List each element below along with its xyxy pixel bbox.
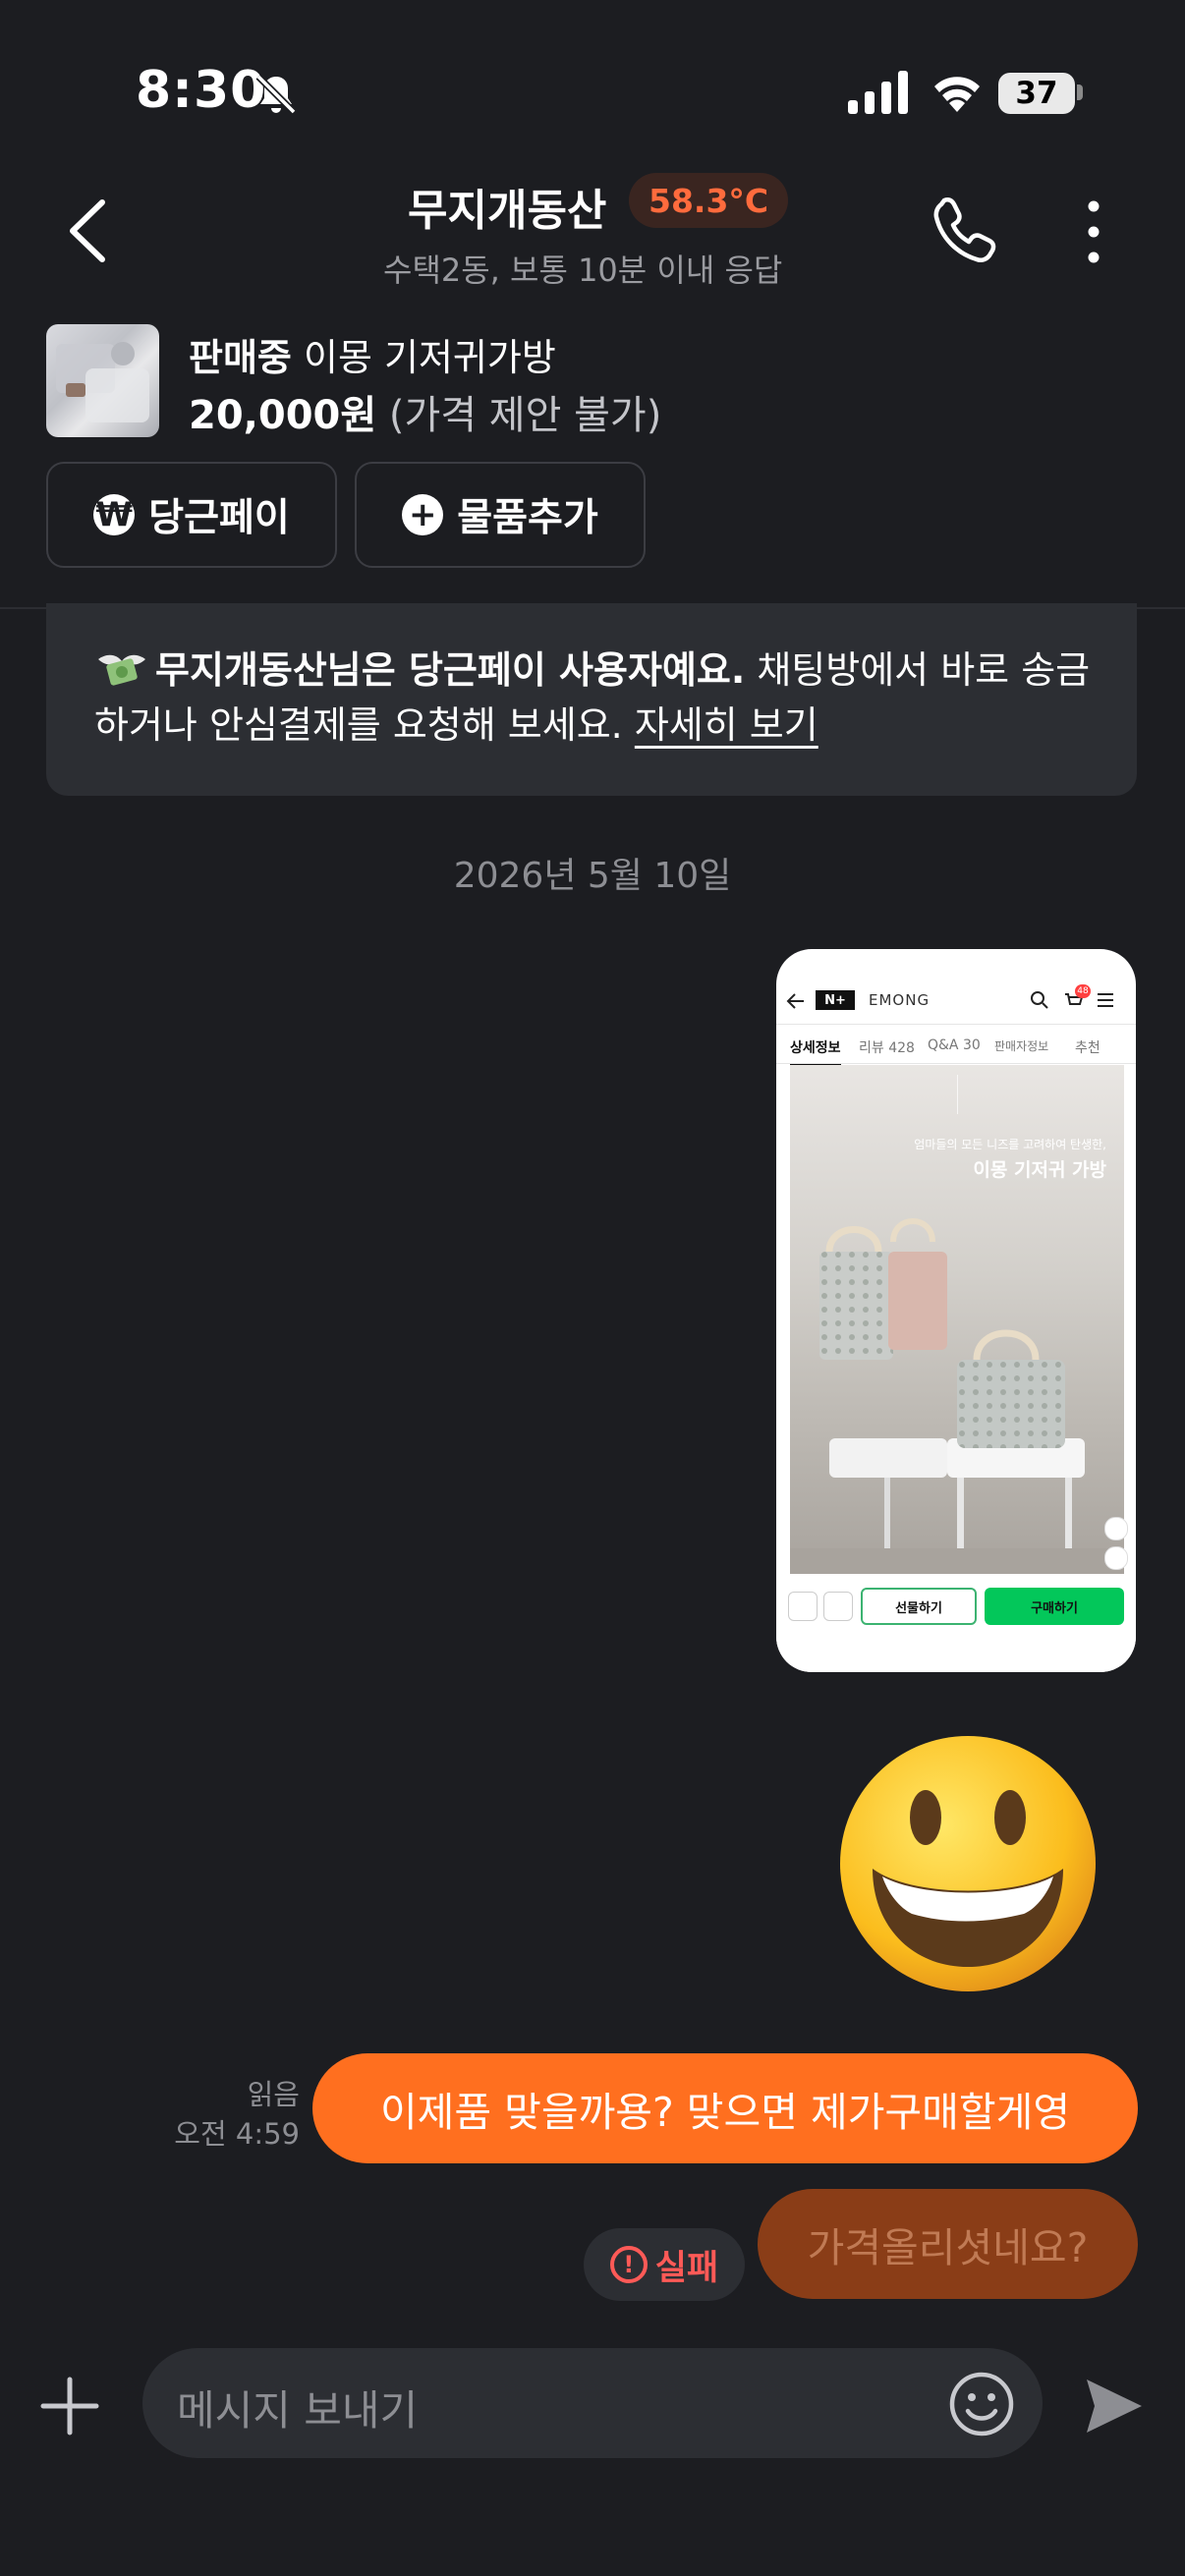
message-read-status: 읽음 오전 4:59	[157, 2075, 300, 2154]
date-divider: 2026년 5월 10일	[453, 856, 732, 896]
failed-message-bubble[interactable]: 가격올리셧네요?	[758, 2189, 1138, 2299]
screenshot-brand: EMONG	[869, 991, 931, 1009]
product-price: 20,000원	[189, 393, 377, 438]
alert-icon: !	[609, 2246, 648, 2283]
status-time: 8:30	[136, 61, 267, 120]
back-arrow-icon[interactable]	[59, 196, 118, 265]
battery-icon: 37	[998, 73, 1075, 114]
add-item-label: 물품추가	[457, 496, 598, 540]
wifi-icon	[934, 77, 980, 112]
phone-icon[interactable]	[929, 195, 997, 267]
grinning-face-emoji[interactable]	[835, 1731, 1100, 1996]
battery-tip	[1077, 84, 1083, 100]
screenshot-nav: N+ EMONG 48	[776, 979, 1136, 1025]
screenshot-cart-badge: 48	[1075, 984, 1091, 998]
screenshot-caption-big: 이몽 기저귀 가방	[973, 1159, 1106, 1181]
screenshot-caption-small: 엄마들의 모든 니즈를 고려하여 탄생한,	[914, 1138, 1106, 1151]
plus-circle-icon: +	[402, 494, 444, 535]
send-failed-button[interactable]: ! 실패	[584, 2228, 745, 2301]
chat-title[interactable]: 무지개동산	[408, 175, 606, 238]
screenshot-tab: 판매자정보	[994, 1039, 1049, 1053]
won-icon: ₩	[93, 494, 136, 535]
bell-muted-icon	[255, 74, 297, 115]
screenshot-back-icon	[786, 993, 804, 1009]
screenshot-tab: Q&A 30	[928, 1037, 981, 1053]
plus-icon[interactable]	[39, 2376, 100, 2436]
price-note: (가격 제안 불가)	[388, 393, 662, 438]
screenshot-menu-icon	[1098, 993, 1113, 1007]
add-item-button[interactable]: + 물품추가	[355, 462, 646, 568]
screenshot-like-icon	[788, 1592, 818, 1621]
fail-label: 실패	[654, 2248, 719, 2288]
send-icon[interactable]	[1081, 2374, 1146, 2438]
daangn-pay-label: 당근페이	[148, 496, 290, 540]
product-thumbnail[interactable]	[46, 324, 159, 437]
emoji-picker-icon[interactable]	[947, 2370, 1016, 2438]
diaper-bag-photo	[790, 1218, 1124, 1574]
notice-bold: 무지개동산님은 당근페이 사용자예요.	[155, 648, 746, 692]
screenshot-tabs: 상세정보 리뷰 428 Q&A 30 판매자정보 추천	[776, 1028, 1136, 1066]
chat-subtitle: 수택2동, 보통 10분 이내 응답	[383, 252, 783, 289]
notice-text: 무지개동산님은 당근페이 사용자예요. 채팅방에서 바로 송금하거나 안심결제를…	[94, 643, 1097, 753]
screenshot-top-icon	[1104, 1546, 1128, 1570]
screenshot-gift-button: 선물하기	[861, 1588, 977, 1625]
screenshot-bottom-bar: 선물하기 구매하기	[776, 1578, 1136, 1672]
daangn-pay-button[interactable]: ₩ 당근페이	[46, 462, 337, 568]
message-input-placeholder: 메시지 보내기	[177, 2386, 419, 2435]
message-time: 오전 4:59	[174, 2117, 300, 2151]
screenshot-tab: 리뷰 428	[859, 1040, 915, 1056]
product-status: 판매중	[189, 336, 292, 379]
product-name: 이몽 기저귀가방	[303, 336, 556, 379]
more-options-icon[interactable]	[1081, 196, 1106, 267]
screenshot-chat-icon	[823, 1592, 853, 1621]
screenshot-tab: 상세정보	[790, 1037, 841, 1066]
screenshot-buy-button: 구매하기	[985, 1588, 1124, 1625]
read-label: 읽음	[247, 2078, 300, 2111]
manner-temperature-badge[interactable]: 58.3°C	[629, 173, 789, 228]
signal-icon	[848, 71, 908, 114]
shared-screenshot-image[interactable]: N+ EMONG 48 상세정보 리뷰 428 Q&A 30 판매자정보 추천 …	[776, 949, 1136, 1672]
screenshot-search-icon	[1031, 991, 1048, 1009]
sent-message-bubble[interactable]: 이제품 맞을까용? 맞으면 제가구매할게영	[312, 2053, 1138, 2163]
screenshot-share-icon	[1104, 1517, 1128, 1540]
screenshot-tab: 추천	[1075, 1040, 1100, 1056]
screenshot-product-photo: 엄마들의 모든 니즈를 고려하여 탄생한, 이몽 기저귀 가방	[790, 1065, 1124, 1574]
notice-more-link[interactable]: 자세히 보기	[635, 703, 818, 747]
naver-plus-logo: N+	[816, 990, 855, 1010]
